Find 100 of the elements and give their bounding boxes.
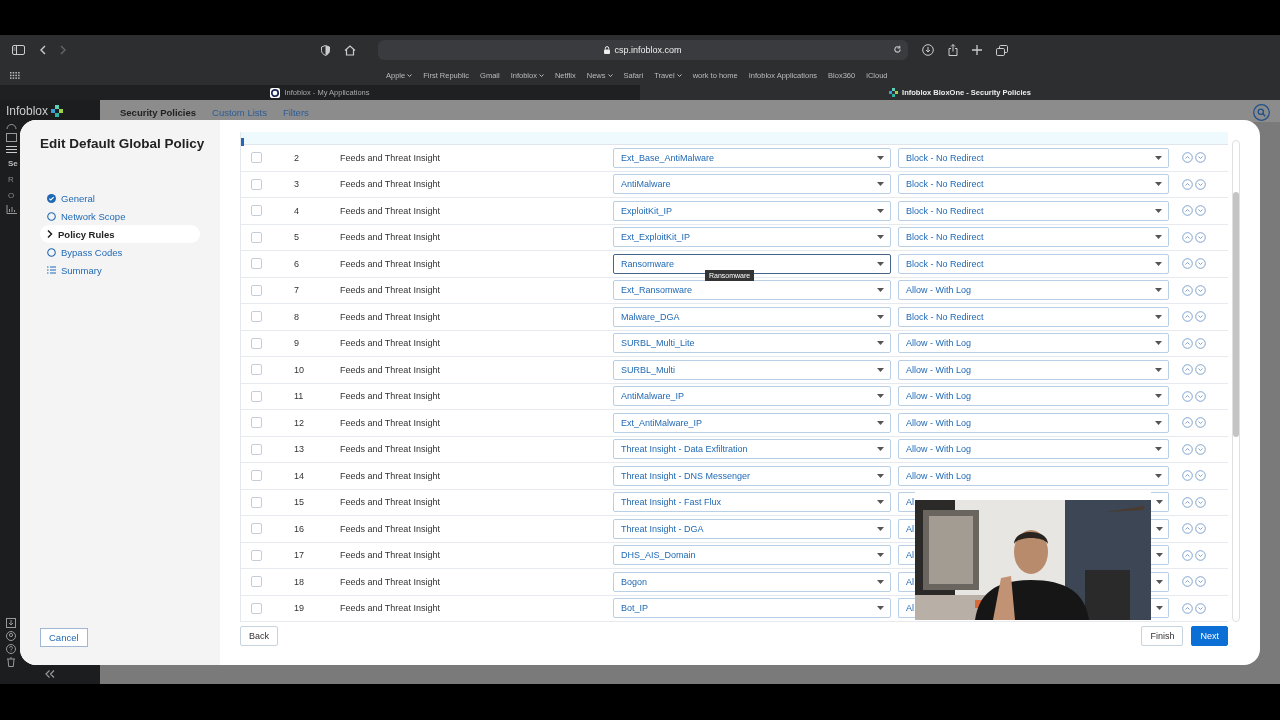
move-down-icon[interactable] (1195, 364, 1206, 376)
back-icon[interactable] (39, 45, 46, 55)
feed-dropdown[interactable]: Ext_Base_AntiMalware (613, 147, 891, 168)
row-checkbox[interactable] (251, 523, 262, 535)
grid-icon[interactable] (10, 71, 20, 79)
action-dropdown[interactable]: Allow - With Log (898, 333, 1169, 354)
wizard-step[interactable]: General (40, 189, 200, 207)
move-down-icon[interactable] (1195, 152, 1206, 164)
new-tab-icon[interactable] (972, 45, 982, 55)
move-up-icon[interactable] (1182, 417, 1193, 429)
action-dropdown[interactable]: Al (898, 545, 915, 566)
download-icon[interactable] (922, 44, 934, 56)
move-down-icon[interactable] (1195, 576, 1206, 588)
feed-dropdown[interactable]: Threat Insight - Fast Flux (613, 492, 891, 513)
move-up-icon[interactable] (1182, 231, 1193, 243)
row-checkbox[interactable] (251, 602, 262, 614)
move-down-icon[interactable] (1195, 284, 1206, 296)
move-down-icon[interactable] (1195, 496, 1206, 508)
feed-dropdown[interactable]: SURBL_Multi_Lite (613, 333, 891, 354)
row-checkbox[interactable] (251, 549, 262, 561)
sidebar-icon[interactable] (12, 45, 25, 55)
feed-dropdown[interactable]: Malware_DGA (613, 306, 891, 327)
row-checkbox[interactable] (251, 390, 262, 402)
move-down-icon[interactable] (1195, 231, 1206, 243)
move-down-icon[interactable] (1195, 390, 1206, 402)
move-up-icon[interactable] (1182, 364, 1193, 376)
wizard-step[interactable]: Summary (40, 261, 200, 279)
feed-dropdown[interactable]: Ransomware (613, 253, 891, 274)
move-up-icon[interactable] (1182, 390, 1193, 402)
row-checkbox[interactable] (251, 470, 262, 482)
move-down-icon[interactable] (1195, 443, 1206, 455)
move-up-icon[interactable] (1182, 576, 1193, 588)
page-tab[interactable]: Security Policies (120, 107, 197, 122)
move-down-icon[interactable] (1195, 311, 1206, 323)
wizard-step[interactable]: Bypass Codes (40, 243, 200, 261)
cancel-button[interactable]: Cancel (40, 628, 88, 647)
action-dropdown[interactable]: Al (898, 571, 915, 592)
move-up-icon[interactable] (1182, 549, 1193, 561)
feed-dropdown[interactable]: Ext_ExploitKit_IP (613, 227, 891, 248)
move-down-icon[interactable] (1195, 337, 1206, 349)
feed-dropdown[interactable]: AntiMalware_IP (613, 386, 891, 407)
action-dropdown[interactable]: Allow - With Log (898, 359, 1169, 380)
scrollbar-thumb[interactable] (1233, 192, 1239, 437)
move-down-icon[interactable] (1195, 417, 1206, 429)
search-icon[interactable] (1253, 104, 1270, 121)
move-up-icon[interactable] (1182, 337, 1193, 349)
nav-item[interactable]: R (8, 173, 14, 186)
table-icon[interactable] (6, 133, 17, 142)
row-checkbox[interactable] (251, 205, 262, 217)
action-dropdown[interactable]: Block - No Redirect (898, 147, 1169, 168)
action-dropdown[interactable]: Allow - With Log (898, 280, 1169, 301)
action-dropdown[interactable]: Allow - With Log (898, 439, 1169, 460)
move-up-icon[interactable] (1182, 205, 1193, 217)
feed-dropdown[interactable]: DHS_AIS_Domain (613, 545, 891, 566)
feed-dropdown[interactable]: ExploitKit_IP (613, 200, 891, 221)
row-checkbox[interactable] (251, 311, 262, 323)
home-icon[interactable] (344, 44, 356, 56)
dropdown-toggle[interactable] (1151, 545, 1169, 566)
shield-icon[interactable] (321, 44, 330, 56)
feed-dropdown[interactable]: SURBL_Multi (613, 359, 891, 380)
dropdown-toggle[interactable] (1151, 492, 1169, 513)
dropdown-toggle[interactable] (1151, 571, 1169, 592)
nav-item[interactable]: O (8, 189, 15, 202)
row-checkbox[interactable] (251, 178, 262, 190)
feed-dropdown[interactable]: Bot_IP (613, 598, 891, 619)
move-up-icon[interactable] (1182, 496, 1193, 508)
move-down-icon[interactable] (1195, 178, 1206, 190)
feed-dropdown[interactable]: Bogon (613, 571, 891, 592)
feed-dropdown[interactable]: Threat Insight - DNS Messenger (613, 465, 891, 486)
share-icon[interactable] (948, 44, 958, 56)
move-up-icon[interactable] (1182, 152, 1193, 164)
action-dropdown[interactable]: Al (898, 518, 915, 539)
move-up-icon[interactable] (1182, 311, 1193, 323)
address-field[interactable]: csp.infoblox.com (614, 45, 682, 55)
move-up-icon[interactable] (1182, 443, 1193, 455)
action-dropdown[interactable]: Block - No Redirect (898, 253, 1169, 274)
nav-item[interactable]: Se (8, 157, 18, 170)
move-down-icon[interactable] (1195, 523, 1206, 535)
move-down-icon[interactable] (1195, 549, 1206, 561)
reload-icon[interactable] (893, 45, 902, 54)
feed-dropdown[interactable]: Threat Insight - DGA (613, 518, 891, 539)
action-dropdown[interactable]: Allow - With Log (898, 412, 1169, 433)
row-checkbox[interactable] (251, 284, 262, 296)
dashboard-icon[interactable] (6, 121, 17, 130)
trash-icon[interactable] (6, 657, 16, 667)
wizard-step[interactable]: Policy Rules (40, 225, 200, 243)
move-up-icon[interactable] (1182, 523, 1193, 535)
forward-icon[interactable] (60, 45, 67, 55)
dropdown-toggle[interactable] (1151, 598, 1169, 619)
move-down-icon[interactable] (1195, 602, 1206, 614)
next-button[interactable]: Next (1191, 626, 1228, 646)
row-checkbox[interactable] (251, 152, 262, 164)
action-dropdown[interactable]: Block - No Redirect (898, 306, 1169, 327)
chart-icon[interactable] (6, 205, 17, 214)
wizard-step[interactable]: Network Scope (40, 207, 200, 225)
feed-dropdown[interactable]: Ext_Ransomware (613, 280, 891, 301)
move-down-icon[interactable] (1195, 205, 1206, 217)
collapse-icon[interactable] (45, 670, 55, 678)
help-icon[interactable] (6, 644, 16, 654)
move-up-icon[interactable] (1182, 602, 1193, 614)
